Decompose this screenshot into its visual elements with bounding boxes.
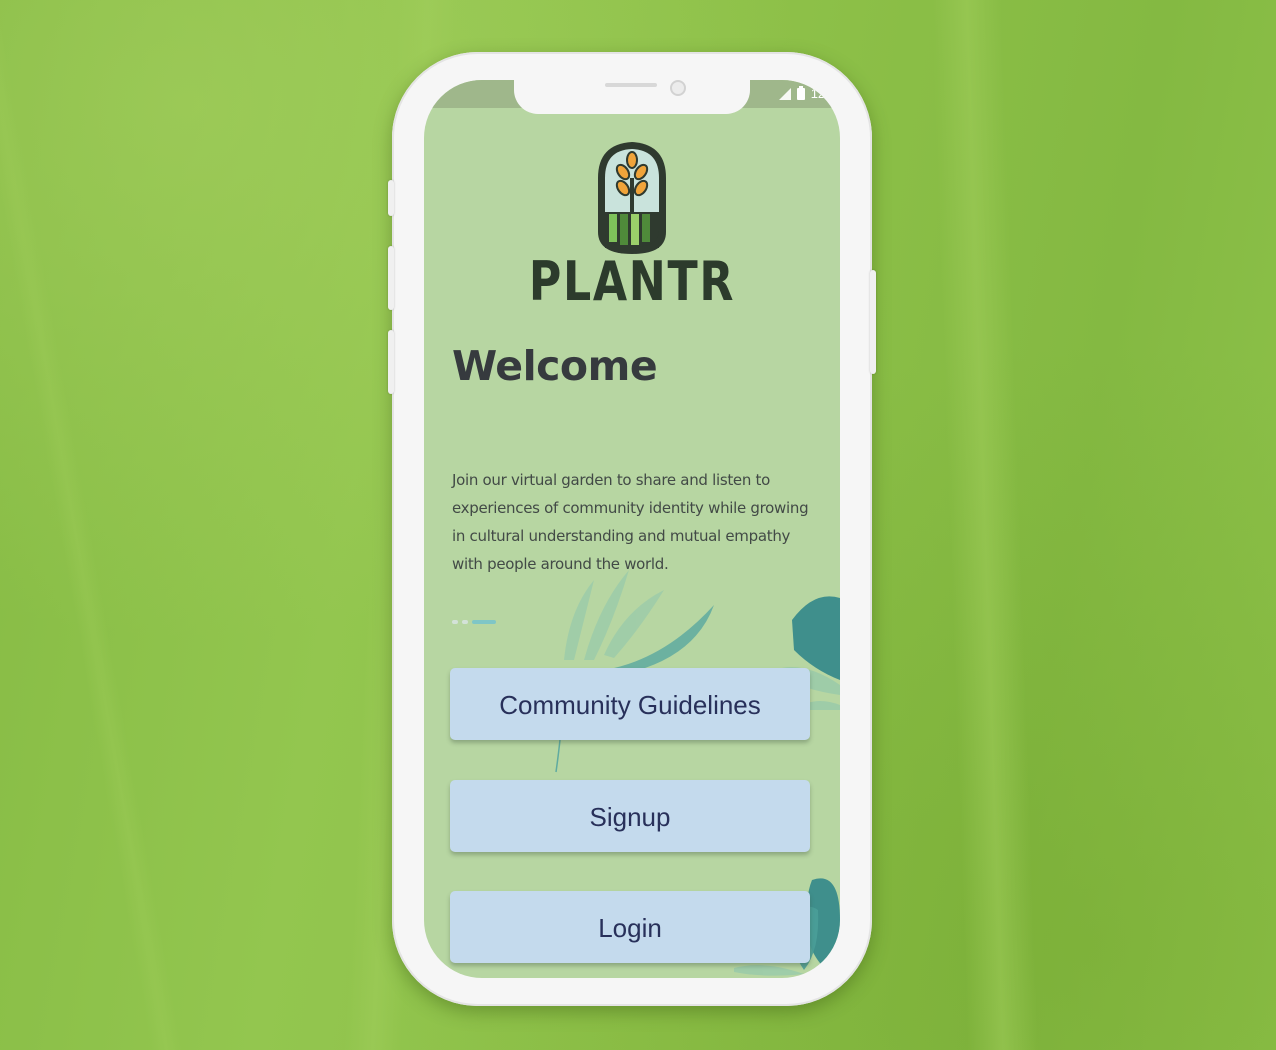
status-time: 12:3 xyxy=(810,86,836,101)
battery-icon xyxy=(796,85,805,100)
community-guidelines-button[interactable]: Community Guidelines xyxy=(450,668,810,740)
signal-icon xyxy=(778,87,791,100)
page-dot-active[interactable] xyxy=(472,620,496,624)
signup-button[interactable]: Signup xyxy=(450,780,810,852)
status-icons: 12:3 xyxy=(778,85,836,101)
earpiece-speaker xyxy=(605,83,657,87)
front-camera xyxy=(670,80,686,96)
stem-line xyxy=(555,740,561,773)
mute-switch xyxy=(388,330,394,394)
wheat-logo-icon xyxy=(598,142,666,254)
app-screen: 12:3 PLANTR Welcome Join our virtual gar… xyxy=(424,80,840,978)
page-dot[interactable] xyxy=(462,620,468,624)
power-button xyxy=(870,270,876,374)
volume-down-button xyxy=(388,246,394,310)
volume-up-button xyxy=(388,180,394,216)
page-indicator xyxy=(452,620,496,624)
leaf-vein xyxy=(0,0,186,1050)
leaf-vein xyxy=(930,0,1040,1050)
brand-name: PLANTR xyxy=(528,250,736,313)
page-dot[interactable] xyxy=(452,620,458,624)
welcome-description: Join our virtual garden to share and lis… xyxy=(452,471,809,573)
phone-mockup: 12:3 PLANTR Welcome Join our virtual gar… xyxy=(388,52,876,1006)
page-title: Welcome xyxy=(452,342,658,390)
login-button[interactable]: Login xyxy=(450,891,810,963)
